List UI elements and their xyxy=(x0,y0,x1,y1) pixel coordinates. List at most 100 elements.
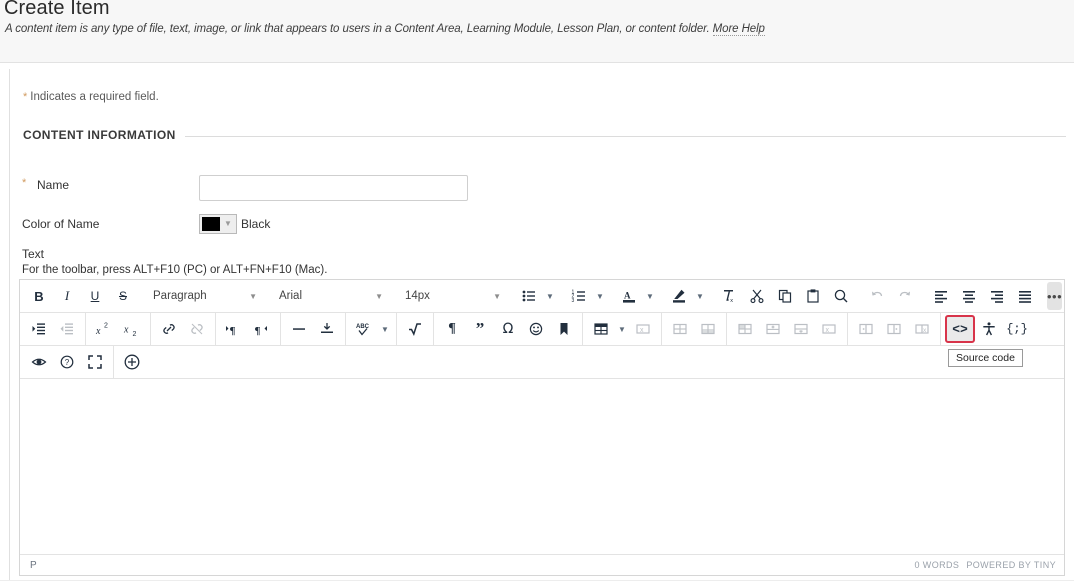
numbered-list-chevron-down-icon[interactable]: ▼ xyxy=(593,292,607,301)
subscript-button[interactable]: x 2 xyxy=(118,316,146,343)
align-center-button[interactable] xyxy=(955,283,983,310)
clear-formatting-button[interactable]: x xyxy=(715,283,743,310)
chevron-down-icon[interactable]: ▼ xyxy=(220,215,236,233)
omega-icon: Ω xyxy=(502,321,514,337)
branding-label[interactable]: POWERED BY TINY xyxy=(966,560,1056,570)
insert-column-before-button[interactable] xyxy=(852,316,880,343)
unlink-button[interactable] xyxy=(183,316,211,343)
strikethrough-button[interactable]: S xyxy=(109,283,137,310)
anchor-button[interactable] xyxy=(550,316,578,343)
bullet-list-button[interactable] xyxy=(515,283,543,310)
fullscreen-button[interactable] xyxy=(81,349,109,376)
text-color-button[interactable]: A xyxy=(615,283,643,310)
background-color-chevron-down-icon[interactable]: ▼ xyxy=(693,292,707,301)
paste-button[interactable] xyxy=(799,283,827,310)
name-input[interactable] xyxy=(199,175,468,201)
search-replace-button[interactable] xyxy=(827,283,855,310)
insert-column-before-icon xyxy=(859,323,873,335)
bold-button[interactable]: B xyxy=(25,283,53,310)
more-toolbar-options-button[interactable]: ••• xyxy=(1047,282,1063,310)
color-picker-button[interactable]: ▼ xyxy=(199,214,237,234)
paragraph-format-select[interactable]: Paragraph ▼ xyxy=(145,283,263,310)
superscript-button[interactable]: x 2 xyxy=(90,316,118,343)
align-right-icon xyxy=(991,291,1003,303)
insert-row-after-icon xyxy=(766,323,780,335)
font-family-value: Arial xyxy=(279,290,303,302)
required-field-note: * Indicates a required field. xyxy=(23,91,159,103)
emoticon-button[interactable] xyxy=(522,316,550,343)
bullet-list-icon xyxy=(522,290,535,302)
delete-row-button[interactable] xyxy=(787,316,815,343)
embed-icon: {;} xyxy=(1006,322,1028,336)
insert-row-after-button[interactable] xyxy=(759,316,787,343)
link-icon xyxy=(163,324,175,334)
align-justify-button[interactable] xyxy=(1011,283,1039,310)
required-asterisk-icon: * xyxy=(23,91,28,103)
indent-button[interactable] xyxy=(25,316,53,343)
merge-cells-button[interactable]: x xyxy=(815,316,843,343)
insert-table-button[interactable] xyxy=(587,316,615,343)
page-root: Create Item A content item is any type o… xyxy=(0,0,1074,581)
outdent-button[interactable] xyxy=(53,316,81,343)
rtl-button[interactable]: ¶ xyxy=(248,316,276,343)
status-right: 0 WORDS POWERED BY TINY xyxy=(915,560,1057,570)
delete-column-button[interactable]: x xyxy=(908,316,936,343)
toolbar-separator xyxy=(85,312,86,346)
table-row-properties-button[interactable] xyxy=(694,316,722,343)
align-left-button[interactable] xyxy=(927,283,955,310)
insert-column-after-button[interactable] xyxy=(880,316,908,343)
copy-button[interactable] xyxy=(771,283,799,310)
toolbar-group-link xyxy=(153,313,213,346)
table-chevron-down-icon[interactable]: ▼ xyxy=(615,325,629,334)
font-size-select[interactable]: 14px ▼ xyxy=(397,283,507,310)
font-family-select[interactable]: Arial ▼ xyxy=(271,283,389,310)
math-equation-button[interactable] xyxy=(401,316,429,343)
source-code-button[interactable]: <> xyxy=(945,315,975,343)
toolbar-group-direction: ¶ ¶ xyxy=(218,313,278,346)
accessibility-icon xyxy=(983,322,995,336)
insert-link-button[interactable] xyxy=(155,316,183,343)
align-right-button[interactable] xyxy=(983,283,1011,310)
help-button[interactable]: ? xyxy=(53,349,81,376)
redo-button[interactable] xyxy=(891,283,919,310)
ltr-button[interactable]: ¶ xyxy=(220,316,248,343)
editor-content-area[interactable] xyxy=(20,379,1064,554)
more-help-link[interactable]: More Help xyxy=(712,23,765,36)
undo-button[interactable] xyxy=(863,283,891,310)
horizontal-rule-button[interactable] xyxy=(285,316,313,343)
underline-button[interactable]: U xyxy=(81,283,109,310)
show-blocks-button[interactable]: ¶ xyxy=(438,316,466,343)
special-character-button[interactable]: Ω xyxy=(494,316,522,343)
spellcheck-icon: ABC xyxy=(356,324,370,336)
toolbar-group-table-props xyxy=(664,313,724,346)
embed-code-button[interactable]: {;} xyxy=(1003,316,1031,343)
numbered-list-button[interactable]: 1 2 3 xyxy=(565,283,593,310)
bullet-list-chevron-down-icon[interactable]: ▼ xyxy=(543,292,557,301)
toolbar-separator xyxy=(215,312,216,346)
text-color-icon: A xyxy=(623,291,635,303)
text-color-chevron-down-icon[interactable]: ▼ xyxy=(643,292,657,301)
toolbar-separator xyxy=(113,345,114,379)
accessibility-check-button[interactable] xyxy=(975,316,1003,343)
plus-circle-icon xyxy=(124,354,140,370)
eye-icon xyxy=(31,358,47,366)
table-properties-button[interactable] xyxy=(666,316,694,343)
svg-text:ABC: ABC xyxy=(356,324,370,330)
insert-content-button[interactable] xyxy=(118,349,146,376)
element-path[interactable]: P xyxy=(30,560,37,571)
color-swatch xyxy=(202,217,220,231)
blockquote-button[interactable]: ” xyxy=(466,316,494,343)
page-break-button[interactable] xyxy=(313,316,341,343)
preview-button[interactable] xyxy=(25,349,53,376)
spellcheck-chevron-down-icon[interactable]: ▼ xyxy=(378,325,392,334)
background-color-button[interactable] xyxy=(665,283,693,310)
toolbar-group-align xyxy=(925,280,1041,313)
insert-row-before-button[interactable] xyxy=(731,316,759,343)
delete-table-button[interactable]: x xyxy=(629,316,657,343)
spellcheck-button[interactable]: ABC xyxy=(350,316,378,343)
merge-cells-icon: x xyxy=(822,324,836,334)
toolbar-separator xyxy=(661,312,662,346)
cut-button[interactable] xyxy=(743,283,771,310)
italic-button[interactable]: I xyxy=(53,283,81,310)
outdent-icon xyxy=(60,323,73,335)
